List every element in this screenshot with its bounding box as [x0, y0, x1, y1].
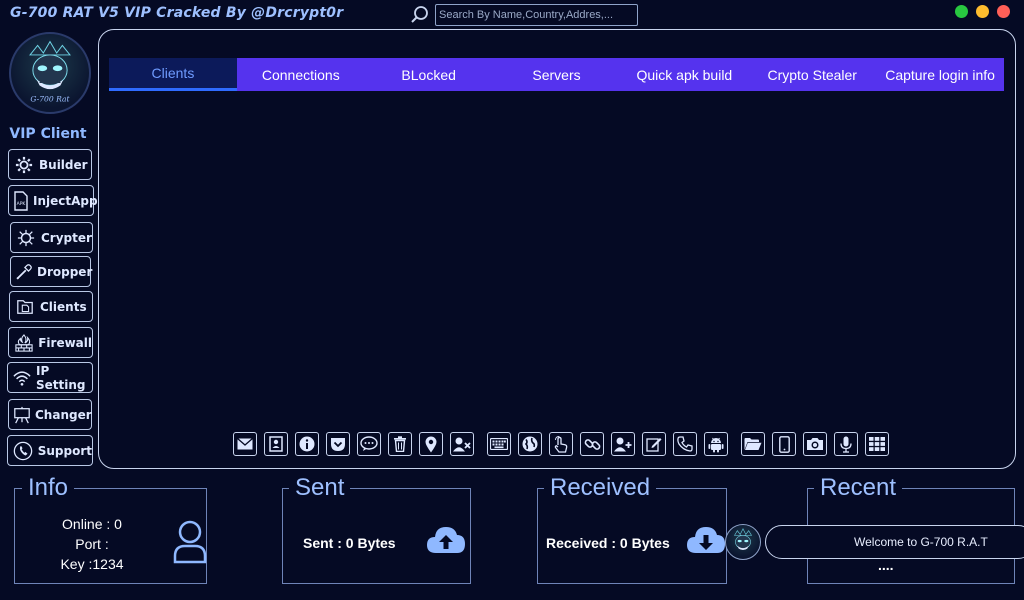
cloud-upload-icon [427, 527, 465, 553]
apk-file-icon: APK [13, 190, 29, 212]
tab-capture-login-info[interactable]: Capture login info [876, 58, 1004, 91]
keyboard-icon[interactable] [487, 432, 511, 456]
trash-icon[interactable] [388, 432, 412, 456]
contacts-icon[interactable] [264, 432, 288, 456]
sidebar-item-label: InjectApp [33, 193, 98, 208]
phone-icon[interactable] [673, 432, 697, 456]
info-icon[interactable] [295, 432, 319, 456]
user-add-icon[interactable] [611, 432, 635, 456]
app-title: G-700 RAT V5 VIP Cracked By @Drcrypt0r [10, 5, 344, 21]
received-panel: Received : 0 Bytes [537, 488, 727, 584]
firewall-icon [13, 332, 34, 354]
tab-quick-apk-build[interactable]: Quick apk build [620, 58, 748, 91]
cloud-download-icon [687, 527, 725, 553]
sidebar-item-label: Builder [39, 157, 88, 172]
globe-icon[interactable] [518, 432, 542, 456]
recent-title: Recent [814, 474, 903, 502]
easel-icon [13, 404, 31, 426]
sidebar-item-label: Dropper [37, 264, 93, 279]
virus-icon [15, 227, 37, 249]
sidebar-item-dropper[interactable]: Dropper [10, 256, 93, 287]
folder-file-icon [14, 296, 36, 318]
recent-dots: .... [878, 557, 894, 573]
sidebar-item-support[interactable]: Support [7, 435, 93, 466]
sidebar-item-label: Changer [35, 407, 92, 422]
tab-clients[interactable]: Clients [109, 58, 237, 91]
svg-text:G-700 Rat: G-700 Rat [30, 95, 70, 104]
close-button[interactable] [997, 5, 1010, 18]
vip-client-heading: VIP Client [9, 126, 87, 142]
chat-icon[interactable] [357, 432, 381, 456]
sidebar-item-ip-setting[interactable]: IP Setting [7, 362, 93, 393]
tab-bar: Clients Connections BLocked Servers Quic… [109, 58, 1004, 91]
camera-icon[interactable] [803, 432, 827, 456]
tab-connections[interactable]: Connections [237, 58, 365, 91]
touch-icon[interactable] [549, 432, 573, 456]
sidebar-item-label: Clients [40, 299, 87, 314]
support-icon [12, 440, 34, 462]
key-value: Key :1234 [60, 556, 124, 572]
tab-crypto-stealer[interactable]: Crypto Stealer [748, 58, 876, 91]
sidebar-item-label: Firewall [38, 335, 92, 350]
action-toolbar [233, 432, 896, 456]
tab-servers[interactable]: Servers [493, 58, 621, 91]
skull-logo-icon: G-700 Rat [29, 40, 71, 104]
avatar: G-700 Rat [9, 32, 91, 114]
toast-avatar [725, 524, 761, 560]
location-icon[interactable] [419, 432, 443, 456]
wifi-icon [12, 367, 32, 389]
toast-message: Welcome to G-700 R.A.T [854, 535, 988, 549]
link-icon[interactable] [580, 432, 604, 456]
apps-grid-icon[interactable] [865, 432, 889, 456]
main-panel [98, 29, 1016, 469]
sidebar-item-changer[interactable]: Changer [8, 399, 92, 430]
sent-title: Sent [289, 474, 351, 502]
sent-panel: Sent : 0 Bytes [282, 488, 471, 584]
sidebar-item-label: IP Setting [36, 363, 86, 392]
android-icon[interactable] [704, 432, 728, 456]
port-value: Port : [75, 536, 109, 552]
sidebar-item-crypter[interactable]: Crypter [10, 222, 93, 253]
pocket-icon[interactable] [326, 432, 350, 456]
search-icon[interactable] [410, 5, 430, 25]
svg-text:APK: APK [17, 201, 27, 207]
tab-blocked[interactable]: BLocked [365, 58, 493, 91]
sent-bytes: Sent : 0 Bytes [303, 535, 396, 551]
sidebar-item-clients[interactable]: Clients [9, 291, 93, 322]
folder-icon[interactable] [741, 432, 765, 456]
received-title: Received [544, 474, 657, 502]
edit-icon[interactable] [642, 432, 666, 456]
sidebar-item-label: Crypter [41, 230, 92, 245]
mobile-icon[interactable] [772, 432, 796, 456]
online-count: Online : 0 [62, 516, 122, 532]
sidebar-item-label: Support [37, 443, 92, 458]
welcome-toast: Welcome to G-700 R.A.T [765, 525, 1024, 559]
sidebar-item-builder[interactable]: Builder [8, 149, 92, 180]
maximize-button[interactable] [976, 5, 989, 18]
info-title: Info [22, 474, 75, 502]
info-panel: Online : 0 Port : Key :1234 [14, 488, 207, 584]
search-input[interactable] [435, 4, 638, 26]
user-icon [173, 520, 207, 564]
gear-icon [13, 154, 35, 176]
microphone-icon[interactable] [834, 432, 858, 456]
pipette-icon [15, 261, 33, 283]
minimize-button[interactable] [955, 5, 968, 18]
sidebar-item-injectapp[interactable]: APK InjectApp [8, 185, 98, 216]
sidebar-item-firewall[interactable]: Firewall [8, 327, 93, 358]
mail-icon[interactable] [233, 432, 257, 456]
user-remove-icon[interactable] [450, 432, 474, 456]
received-bytes: Received : 0 Bytes [546, 535, 670, 551]
skull-logo-icon [733, 528, 753, 551]
